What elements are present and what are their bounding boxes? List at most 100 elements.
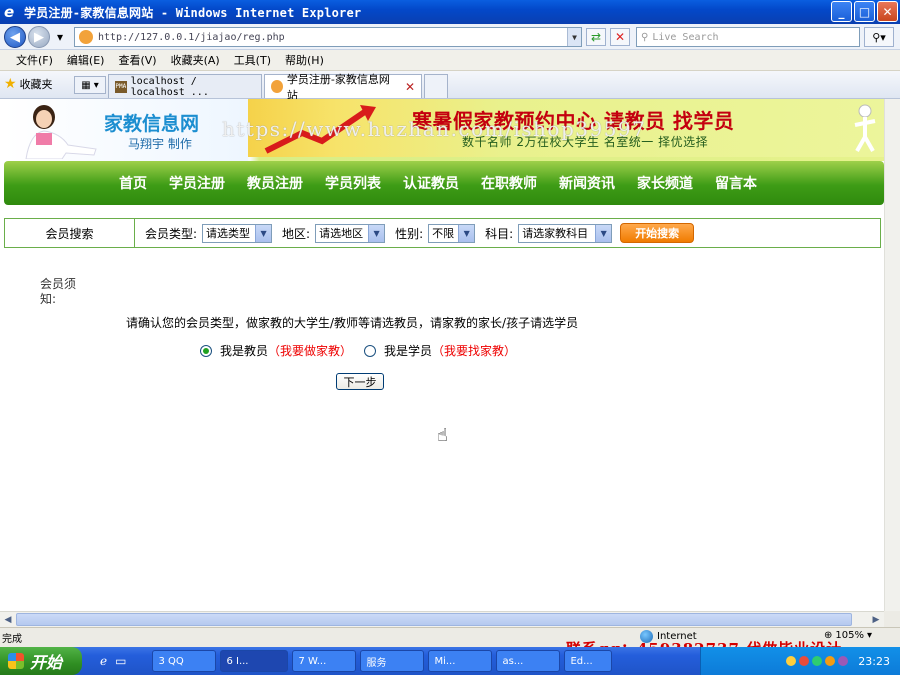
task-ed[interactable]: Ed...	[564, 650, 613, 672]
nav-parents[interactable]: 家长频道	[626, 173, 704, 193]
task-services[interactable]: 服务	[360, 650, 425, 672]
next-step-button[interactable]: 下一步	[336, 373, 384, 390]
tray-icon[interactable]	[838, 656, 849, 666]
gender-label: 性别:	[395, 226, 424, 241]
gender-select[interactable]: 不限 ▼	[428, 223, 476, 243]
menu-tools[interactable]: 工具(T)	[234, 52, 271, 68]
tab-localhost[interactable]: PMA localhost / localhost ...	[108, 74, 262, 98]
radio-student-label[interactable]: 我是学员	[384, 342, 432, 359]
search-go-button[interactable]: ⚲▾	[864, 27, 894, 47]
menu-view[interactable]: 查看(V)	[118, 52, 156, 68]
chevron-down-icon: ▼	[255, 224, 272, 242]
nav-certified-teachers[interactable]: 认证教员	[392, 173, 470, 193]
arrow-right-icon: ▶	[34, 29, 44, 45]
task-ie[interactable]: 6 I...	[220, 650, 289, 672]
gender-value: 不限	[432, 227, 455, 240]
status-text: 完成	[2, 634, 22, 645]
radio-student[interactable]	[364, 344, 377, 357]
tab-register[interactable]: 学员注册-家教信息网站 ✕	[264, 73, 422, 102]
star-icon: ★	[4, 76, 17, 92]
quick-tabs-button[interactable]: ▦ ▾	[74, 76, 106, 94]
tray-icons	[786, 656, 849, 666]
forward-button[interactable]: ▶	[28, 26, 50, 48]
subject-value: 请选家教科目	[522, 227, 589, 240]
ie-quicklaunch-icon[interactable]: ℯ	[100, 654, 107, 668]
radio-student-hint: （我要找家教）	[432, 344, 517, 358]
chevron-down-icon: ▼	[572, 32, 577, 42]
tab-bar: ★ 收藏夹 ▦ ▾ PMA localhost / localhost ... 学…	[0, 71, 900, 102]
nav-student-list[interactable]: 学员列表	[314, 173, 392, 193]
close-tab-icon[interactable]: ✕	[405, 80, 415, 94]
address-bar[interactable]: http://127.0.0.1/jiajao/reg.php ▼	[74, 27, 582, 47]
member-type-value: 请选类型	[206, 227, 251, 240]
tray-icon[interactable]	[812, 656, 823, 666]
tray-icon[interactable]	[786, 656, 797, 666]
subject-select[interactable]: 请选家教科目 ▼	[518, 223, 613, 243]
menu-help[interactable]: 帮助(H)	[285, 52, 324, 68]
taskbar: 开始 ℯ ▭ 3 QQ 6 I... 7 W... 服务 Mi... as...…	[0, 647, 900, 675]
task-as[interactable]: as...	[496, 650, 561, 672]
tray-icon[interactable]	[799, 656, 810, 666]
subject-label: 科目:	[485, 226, 514, 241]
radio-teacher-hint: （我要做家教）	[268, 344, 353, 358]
region-value: 请选地区	[319, 227, 364, 240]
scroll-thumb[interactable]	[16, 613, 852, 626]
chevron-down-icon: ▾	[93, 79, 99, 91]
nav-guestbook[interactable]: 留言本	[704, 173, 768, 193]
clock: 23:23	[858, 654, 890, 668]
start-search-button[interactable]: 开始搜索	[620, 223, 695, 243]
magnifier-icon: ⚲▾	[872, 30, 886, 44]
logo-area: 家教信息网 马翔宇 制作	[4, 99, 248, 161]
figure-icon	[854, 104, 876, 152]
start-button[interactable]: 开始	[0, 647, 82, 675]
member-search-label: 会员搜索	[5, 219, 135, 247]
task-mi[interactable]: Mi...	[428, 650, 493, 672]
hand-cursor-icon: ☝	[437, 425, 448, 446]
site-author: 马翔宇 制作	[128, 137, 192, 151]
nav-news[interactable]: 新闻资讯	[548, 173, 626, 193]
radio-teacher[interactable]	[200, 344, 212, 357]
url-text: http://127.0.0.1/jiajao/reg.php	[98, 31, 285, 43]
menu-favorites[interactable]: 收藏夹(A)	[171, 52, 220, 68]
grid-icon: ▦	[81, 79, 91, 91]
radio-teacher-label[interactable]: 我是教员	[220, 342, 268, 359]
vertical-scrollbar[interactable]	[884, 99, 900, 611]
scroll-right-icon[interactable]: ▶	[869, 613, 883, 627]
minimize-button[interactable]: _	[831, 1, 852, 22]
folder-quicklaunch-icon[interactable]: ▭	[115, 654, 126, 668]
notice-title: 会员须知:	[40, 277, 77, 306]
title-bar: e 学员注册-家教信息网站 - Windows Internet Explore…	[0, 0, 900, 24]
live-search-input[interactable]: ⚲ Live Search	[636, 27, 860, 47]
stop-button[interactable]: ✕	[610, 28, 630, 46]
menu-edit[interactable]: 编辑(E)	[67, 52, 105, 68]
refresh-button[interactable]: ⇄	[586, 28, 606, 46]
nav-inservice-teachers[interactable]: 在职教师	[470, 173, 548, 193]
menu-file[interactable]: 文件(F)	[16, 52, 53, 68]
url-watermark: https://www.huzhan.com/ishop39597	[222, 117, 647, 141]
nav-home[interactable]: 首页	[108, 173, 158, 193]
maximize-button[interactable]: □	[854, 1, 875, 22]
page-icon	[79, 30, 93, 44]
member-type-select[interactable]: 请选类型 ▼	[202, 223, 273, 243]
history-dropdown[interactable]: ▾	[52, 28, 68, 46]
mascot-avatar	[25, 105, 97, 159]
back-button[interactable]: ◀	[4, 26, 26, 48]
horizontal-scrollbar[interactable]: ◀ ▶	[0, 611, 884, 627]
close-button[interactable]: ✕	[877, 1, 898, 22]
favorites-button[interactable]: ★ 收藏夹	[4, 76, 53, 92]
nav-student-register[interactable]: 学员注册	[158, 173, 236, 193]
tab-label: localhost / localhost ...	[130, 75, 209, 98]
tray-icon[interactable]	[825, 656, 836, 666]
scroll-left-icon[interactable]: ◀	[1, 613, 15, 627]
task-explorer[interactable]: 7 W...	[292, 650, 357, 672]
arrow-left-icon: ◀	[10, 29, 20, 45]
address-dropdown[interactable]: ▼	[567, 28, 581, 46]
task-qq[interactable]: 3 QQ	[152, 650, 217, 672]
quick-launch: ℯ ▭	[100, 654, 126, 668]
chevron-down-icon: ▼	[458, 224, 475, 242]
nav-teacher-register[interactable]: 教员注册	[236, 173, 314, 193]
chevron-down-icon: ▼	[595, 224, 612, 242]
member-type-radio-group: 我是教员 （我要做家教） 我是学员 （我要找家教）	[200, 342, 516, 359]
new-tab-button[interactable]	[424, 74, 448, 98]
region-select[interactable]: 请选地区 ▼	[315, 223, 386, 243]
